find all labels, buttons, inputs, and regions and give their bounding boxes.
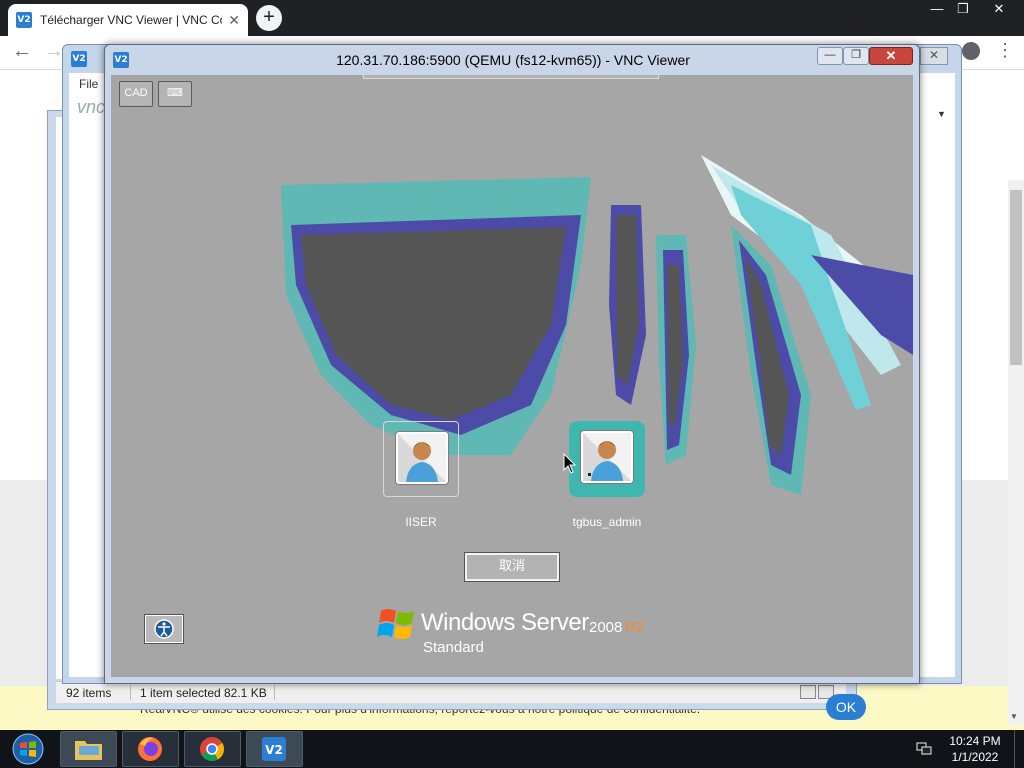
taskbar: V2 10:24 PM 1/1/2022 [0, 730, 1024, 768]
windows-server-logo: Windows Server 2008 R2 Standard [377, 603, 677, 663]
details-view-icon[interactable] [800, 685, 816, 699]
cookie-ok-button[interactable]: OK [826, 694, 866, 720]
user-avatar-icon [398, 434, 446, 482]
user-tile-tgbus-admin[interactable] [569, 421, 645, 497]
vnc-favicon-icon: V2 [16, 12, 32, 28]
firefox-icon [138, 737, 162, 761]
start-orb-icon[interactable] [8, 732, 48, 766]
taskbar-chrome-button[interactable] [184, 731, 241, 767]
status-size: 82.1 KB [224, 686, 267, 700]
user-name-label: IISER [405, 515, 437, 529]
remote-desktop-view[interactable]: CAD ⌨ IISER tgbus_admin 取消 Windows Serve… [111, 75, 913, 677]
taskbar-vnc-viewer-button[interactable]: V2 [246, 731, 303, 767]
status-selection: 1 item selected [140, 686, 221, 700]
os-edition-text: Standard [423, 639, 484, 656]
browser-tab-bar: V2 Télécharger VNC Viewer | VNC Connect … [0, 0, 1024, 36]
login-background-art [111, 75, 913, 677]
vnc-app-icon: V2 [71, 51, 87, 67]
cancel-button[interactable]: 取消 [465, 553, 559, 581]
os-brand-text: Windows Server [421, 609, 589, 636]
vnc-viewer-icon: V2 [262, 737, 286, 761]
back-button[interactable]: ← [12, 40, 32, 63]
keyboard-button[interactable]: ⌨ [158, 81, 192, 107]
dropdown-arrow-icon[interactable]: ▼ [937, 109, 946, 119]
vnc-viewer-window: V2 120.31.70.186:5900 (QEMU (fs12-kvm65)… [104, 44, 920, 684]
clock-time[interactable]: 10:24 PM [940, 734, 1010, 748]
desktop-screen: V2 Télécharger VNC Viewer | VNC Connect … [0, 0, 1024, 768]
status-divider [274, 685, 275, 700]
browser-restore-button[interactable]: ❐ [946, 0, 980, 20]
ctrl-alt-del-button[interactable]: CAD [119, 81, 153, 107]
status-divider [130, 685, 131, 700]
scroll-down-arrow-icon[interactable]: ▼ [1010, 712, 1018, 721]
user-avatar-frame [581, 431, 633, 483]
new-tab-button[interactable]: + [256, 5, 282, 31]
window-close-button[interactable]: ✕ [920, 47, 948, 65]
os-release-text: R2 [625, 619, 645, 636]
folder-icon [75, 741, 102, 760]
chrome-icon [200, 737, 225, 762]
ease-of-access-icon [154, 619, 174, 639]
browser-close-button[interactable]: ✕ [982, 0, 1016, 20]
page-scrollbar-thumb[interactable] [1010, 190, 1022, 365]
user-tile-iiser[interactable] [383, 421, 459, 497]
explorer-status-bar: 92 items 1 item selected 82.1 KB [56, 681, 846, 703]
clock-date[interactable]: 1/1/2022 [940, 750, 1010, 764]
window-title: 120.31.70.186:5900 (QEMU (fs12-kvm65)) -… [336, 52, 690, 68]
window-close-button[interactable]: ✕ [869, 47, 913, 65]
ease-of-access-button[interactable] [145, 615, 183, 643]
network-icon[interactable] [916, 742, 932, 756]
forward-button[interactable]: → [44, 40, 64, 63]
mouse-cursor-icon [563, 453, 577, 474]
vnc-toolbar-pin[interactable] [363, 75, 659, 79]
window-maximize-button[interactable]: ❐ [843, 47, 869, 65]
taskbar-file-explorer-button[interactable] [60, 731, 117, 767]
svg-text:V2: V2 [265, 743, 283, 757]
show-desktop-button[interactable] [1014, 730, 1024, 768]
browser-tab[interactable]: V2 Télécharger VNC Viewer | VNC Connect … [8, 4, 248, 36]
profile-icon[interactable] [962, 42, 980, 60]
taskbar-firefox-button[interactable] [122, 731, 179, 767]
user-avatar-icon [583, 433, 631, 481]
status-item-count: 92 items [66, 686, 112, 700]
vnc-brand-logo: vnc [77, 97, 106, 117]
user-avatar-frame [396, 432, 448, 484]
browser-tab-title: Télécharger VNC Viewer | VNC Connect [40, 13, 222, 27]
browser-menu-button[interactable]: ⋮ [996, 40, 1014, 61]
os-version-text: 2008 [589, 619, 623, 636]
file-menu[interactable]: File [79, 77, 98, 91]
tab-close-icon[interactable]: ✕ [228, 12, 240, 29]
windows-flag-icon [377, 609, 414, 639]
window-minimize-button[interactable]: — [817, 47, 843, 65]
user-name-label: tgbus_admin [572, 515, 642, 529]
